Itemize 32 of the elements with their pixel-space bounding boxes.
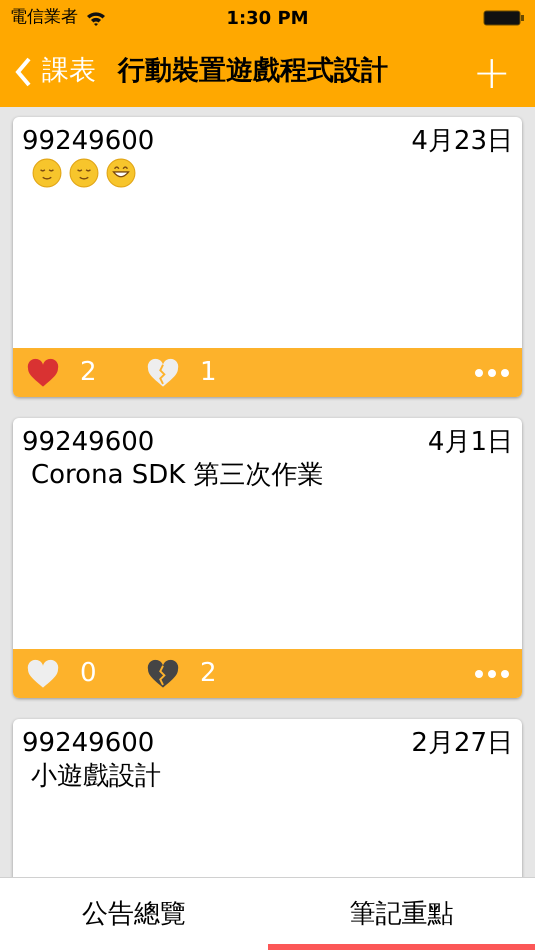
note-card[interactable]: 99249600 4月23日 2 1 xyxy=(13,117,522,397)
note-date: 4月23日 xyxy=(411,125,513,157)
wifi-icon xyxy=(86,10,106,26)
heart-icon xyxy=(26,658,60,688)
note-text: Corona SDK 第三次作業 xyxy=(30,459,325,492)
author-id: 99249600 xyxy=(22,426,154,458)
note-text: 小遊戲設計 xyxy=(30,760,162,793)
back-button[interactable]: 課表 xyxy=(14,51,96,92)
note-card[interactable]: 99249600 2月27日 小遊戲設計 xyxy=(13,719,522,877)
page-title: 行動裝置遊戲程式設計 xyxy=(118,54,388,88)
tab[interactable]: 筆記重點 xyxy=(268,878,535,950)
dislike-button[interactable]: 1 xyxy=(146,353,217,392)
tab[interactable]: 公告總覽 xyxy=(0,878,268,950)
grinning-face-icon xyxy=(106,158,136,188)
author-id: 99249600 xyxy=(22,125,154,157)
note-card[interactable]: 99249600 4月1日 Corona SDK 第三次作業 0 2 xyxy=(13,418,522,698)
broken-heart-icon xyxy=(146,658,180,688)
note-date: 4月1日 xyxy=(428,426,513,458)
smiling-face-icon xyxy=(32,158,62,188)
smiling-face-icon xyxy=(69,158,99,188)
heart-icon xyxy=(26,358,60,388)
carrier-name: 電信業者 xyxy=(10,6,78,30)
battery-icon xyxy=(483,10,525,26)
add-button[interactable]: + xyxy=(472,48,511,94)
dislike-button[interactable]: 2 xyxy=(146,654,217,693)
like-button[interactable]: 0 xyxy=(26,654,146,693)
clock-time: 1:30 PM xyxy=(226,6,309,30)
chevron-left-icon xyxy=(14,56,32,88)
note-date: 2月27日 xyxy=(411,727,513,759)
author-id: 99249600 xyxy=(22,727,154,759)
like-button[interactable]: 2 xyxy=(26,353,146,392)
broken-heart-icon xyxy=(146,358,180,388)
